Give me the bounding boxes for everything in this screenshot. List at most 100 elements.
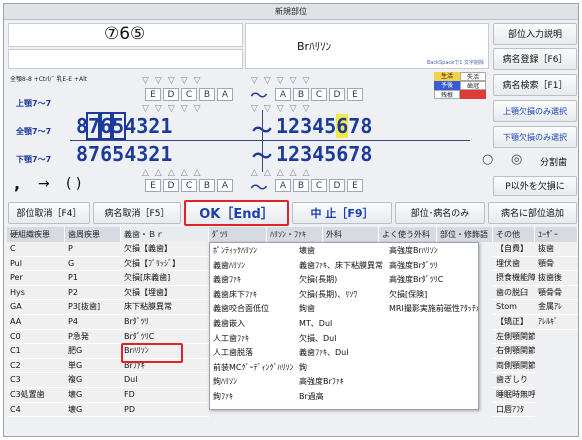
list-item[interactable]: 高強度Brﾀﾞﾂﾘ: [386, 259, 478, 274]
lower-tooth-6R[interactable]: 6: [336, 142, 348, 166]
list-item[interactable]: 人工歯ﾌｧｷ: [210, 332, 296, 347]
upper-tooth-1R[interactable]: 1: [276, 114, 288, 138]
tab-harison-faki[interactable]: ﾊﾘｿﾝ・ﾌｧｷ: [267, 227, 323, 242]
list-item[interactable]: Dul: [121, 373, 209, 388]
list-item[interactable]: Per: [7, 271, 65, 286]
upper-jaw-label[interactable]: 上顎7～7: [16, 98, 51, 109]
list-item[interactable]: P3[抜歯]: [65, 300, 121, 315]
secondary-input[interactable]: [8, 49, 243, 69]
list-item[interactable]: MT、Dul: [296, 317, 386, 332]
list-item[interactable]: C4: [7, 402, 65, 418]
list-item[interactable]: 複G: [65, 373, 121, 388]
radio-option-a[interactable]: ○: [482, 152, 493, 167]
list-item[interactable]: 右側顎関節症: [493, 344, 535, 359]
list-item[interactable]: 【自費】: [493, 242, 535, 257]
abort-button[interactable]: 中 止［F9］: [292, 202, 392, 224]
list-item[interactable]: 義歯床下ﾌｧｷ: [210, 288, 296, 303]
list-item[interactable]: ｱﾚﾙｷﾞ: [535, 314, 578, 330]
list-item[interactable]: 顎骨骨: [535, 285, 578, 301]
upper-tooth-8R[interactable]: 8: [360, 114, 372, 138]
lower-letter-A[interactable]: A: [217, 179, 233, 192]
lower-letter-C-r[interactable]: C: [311, 179, 327, 192]
upper-tooth-6R[interactable]: 6: [336, 114, 349, 138]
list-item[interactable]: 欠損(長期)、ﾘｿﾜ: [296, 288, 386, 303]
tab-surgery[interactable]: 外科: [323, 227, 379, 242]
upper-letter-D-r[interactable]: D: [329, 88, 345, 101]
list-item[interactable]: 抜歯: [535, 242, 578, 257]
upper-tooth-2L[interactable]: 2: [148, 114, 160, 138]
lower-letter-B-r[interactable]: B: [293, 179, 309, 192]
list-item[interactable]: P: [65, 242, 121, 257]
upper-tooth-2R[interactable]: 2: [288, 114, 300, 138]
lower-tooth-8R[interactable]: 8: [360, 142, 372, 166]
part-input-help-button[interactable]: 部位入力説明: [493, 23, 577, 45]
disease-register-button[interactable]: 病名登録［F6］: [493, 48, 577, 70]
upper-tooth-3R[interactable]: 3: [300, 114, 312, 138]
list-item[interactable]: 両側顎関節症: [493, 358, 535, 374]
radio-option-b[interactable]: ◎: [511, 152, 522, 167]
tab-hard-tissue[interactable]: 硬組織疾患: [7, 227, 65, 242]
lower-letter-B[interactable]: B: [199, 179, 215, 192]
list-item[interactable]: C3処置歯: [7, 387, 65, 403]
lower-missing-select-button[interactable]: 下顎欠損のみ選択: [493, 126, 577, 148]
tab-datsuri[interactable]: ﾀﾞﾂﾘ: [209, 227, 267, 242]
lower-tooth-7L[interactable]: 7: [88, 142, 100, 166]
list-item[interactable]: 義歯ﾊﾘｿﾝ: [210, 259, 296, 274]
upper-letter-B[interactable]: B: [199, 88, 215, 101]
list-item[interactable]: 壊G: [65, 402, 121, 418]
list-item[interactable]: 欠損[保険]: [386, 288, 478, 303]
upper-missing-select-button[interactable]: 上顎欠損のみ選択: [493, 100, 577, 122]
tab-common-surgery[interactable]: よく使う外科: [379, 227, 437, 242]
cancel-part-button[interactable]: 部位取消［F4］: [8, 202, 90, 224]
all-jaw-label[interactable]: 全顎7～7: [16, 126, 51, 137]
list-item[interactable]: 欠損【義歯】: [121, 242, 209, 257]
upper-letter-E[interactable]: E: [145, 88, 161, 101]
upper-tooth-1L[interactable]: 1: [160, 114, 172, 138]
upper-tooth-4R[interactable]: 4: [312, 114, 324, 138]
lower-tooth-8L[interactable]: 8: [76, 142, 88, 166]
upper-letter-C-r[interactable]: C: [311, 88, 327, 101]
upper-letter-D[interactable]: D: [163, 88, 179, 101]
upper-tooth-3L[interactable]: 3: [136, 114, 148, 138]
upper-letter-B-r[interactable]: B: [293, 88, 309, 101]
list-item[interactable]: 高強度Brﾊﾘｿﾝ: [386, 244, 478, 259]
paren-symbol[interactable]: ( ): [66, 176, 81, 192]
list-item[interactable]: 【矯正】: [493, 314, 535, 330]
lower-letter-D-r[interactable]: D: [329, 179, 345, 192]
lower-tooth-4L[interactable]: 4: [124, 142, 136, 166]
upper-letter-C[interactable]: C: [181, 88, 197, 101]
upper-letter-E-r[interactable]: E: [347, 88, 363, 101]
lower-letter-A-r[interactable]: A: [275, 179, 291, 192]
list-item[interactable]: 欠損【ﾌﾞﾘｯｼﾞ】: [121, 256, 209, 272]
list-item[interactable]: 歯の脱臼: [493, 285, 535, 301]
upper-tooth-8L[interactable]: 8: [76, 114, 88, 138]
list-item[interactable]: C1: [7, 344, 65, 359]
list-item[interactable]: 義歯咬合面低位: [210, 302, 296, 317]
list-item[interactable]: PD: [121, 402, 209, 418]
list-item[interactable]: 壊G: [65, 387, 121, 403]
list-item[interactable]: Br過高: [296, 390, 386, 405]
tab-periodontal[interactable]: 歯周疾患: [65, 227, 121, 242]
lower-tooth-3L[interactable]: 3: [136, 142, 148, 166]
list-item[interactable]: 左側顎関節症: [493, 329, 535, 345]
list-item[interactable]: 欠損、Dul: [296, 332, 386, 347]
list-item[interactable]: 歯ぎしり: [493, 373, 535, 388]
list-item[interactable]: P1: [65, 271, 121, 286]
p-missing-button[interactable]: P以外を欠損に: [493, 176, 577, 196]
tab-other[interactable]: その他: [493, 227, 535, 242]
list-item[interactable]: 鉤ﾊﾘｿﾝ: [210, 375, 296, 390]
list-item[interactable]: GA: [7, 300, 65, 315]
lower-letter-C[interactable]: C: [181, 179, 197, 192]
list-item[interactable]: 欠損(長期): [296, 273, 386, 288]
tab-user[interactable]: ﾕｰｻﾞｰ: [535, 227, 578, 242]
list-item[interactable]: 欠損【埋歯】: [121, 285, 209, 301]
list-item[interactable]: 床下粘膜異常: [121, 300, 209, 315]
list-item[interactable]: P2: [65, 285, 121, 301]
list-item[interactable]: FD: [121, 387, 209, 403]
tab-denture-br[interactable]: 義歯・Ｂｒ: [121, 227, 209, 242]
list-item[interactable]: 鉤歯: [296, 302, 386, 317]
list-item[interactable]: MRI撮影実施前磁性ｱﾀｯﾁﾒﾝﾄ: [386, 302, 478, 317]
list-item[interactable]: 睡眠時無呼吸: [493, 387, 535, 403]
list-item[interactable]: 口唇ｱﾌﾀ: [493, 402, 535, 418]
list-item[interactable]: 壊歯: [296, 244, 386, 259]
